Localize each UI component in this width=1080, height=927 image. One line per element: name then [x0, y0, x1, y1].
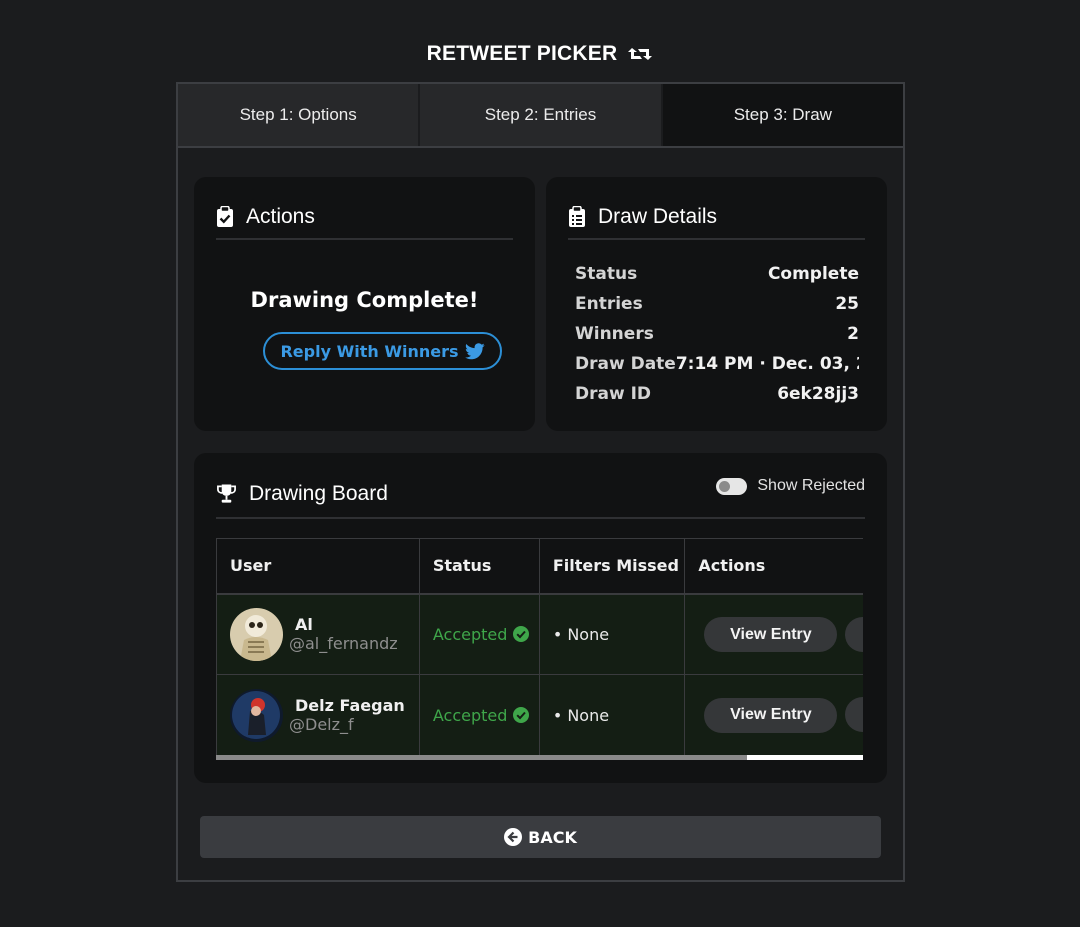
tab-step-1-options[interactable]: Step 1: Options [178, 84, 421, 146]
drawing-board-card: Drawing Board Show Rejected User Status … [194, 453, 887, 783]
show-rejected-control: Show Rejected [716, 477, 865, 495]
drawing-complete-message: Drawing Complete! [250, 288, 479, 312]
detail-key: Draw ID [575, 384, 652, 404]
clipboard-check-icon [217, 205, 233, 227]
check-circle-icon [513, 626, 530, 643]
trophy-icon [217, 484, 236, 503]
table-row: Al @al_fernandz Accepted • None View Ent… [216, 593, 863, 675]
detail-key: Winners [575, 324, 654, 344]
avatar [230, 688, 283, 742]
view-entry-button[interactable]: View Entry [704, 617, 838, 652]
draw-details-list: Status Complete Entries 25 Winners 2 Dra… [575, 259, 859, 409]
view-entry-button[interactable]: View Entry [704, 697, 838, 733]
status-badge: Accepted [433, 706, 539, 725]
tab-step-3-draw[interactable]: Step 3: Draw [662, 84, 903, 146]
filters-cell: • None [538, 593, 686, 675]
actions-cell: View Entry [684, 674, 863, 756]
twitter-icon [464, 342, 485, 359]
picker-frame: Step 1: Options Step 2: Entries Step 3: … [176, 82, 905, 882]
back-label: BACK [528, 827, 577, 847]
user-name: Al [295, 615, 313, 635]
detail-value: 2 [847, 324, 859, 344]
page-title-text: RETWEET PICKER [426, 42, 618, 65]
retweet-icon [628, 48, 653, 60]
column-header-actions: Actions [684, 538, 863, 595]
drawing-board-title: Drawing Board [249, 482, 388, 505]
detail-key: Entries [575, 294, 643, 314]
more-actions-button[interactable] [845, 697, 863, 733]
actions-card-header: Actions [216, 195, 513, 240]
detail-row-status: Status Complete [575, 259, 859, 289]
clipboard-list-icon [569, 205, 585, 227]
column-header-status: Status [418, 538, 540, 595]
detail-value: 7:14 PM · Dec. 03, 20 [675, 354, 859, 374]
table-row: Delz Faegan @Delz_f Accepted • None View… [216, 674, 863, 756]
more-actions-button[interactable] [845, 616, 863, 652]
toggle-knob [719, 480, 731, 492]
back-button[interactable]: BACK [200, 816, 881, 858]
draw-details-header: Draw Details [568, 195, 865, 240]
user-handle: @Delz_f [289, 715, 354, 734]
page-title: RETWEET PICKER [0, 42, 1080, 66]
user-name: Delz Faegan [295, 696, 405, 715]
status-label: Accepted [432, 624, 508, 644]
status-cell: Accepted [418, 674, 540, 756]
reply-with-winners-label: Reply With Winners [280, 341, 459, 361]
status-badge: Accepted [433, 625, 539, 644]
detail-key: Status [575, 264, 638, 284]
reply-with-winners-button[interactable]: Reply With Winners [263, 332, 502, 370]
detail-value: Complete [767, 264, 859, 284]
check-circle-icon [513, 707, 530, 723]
avatar [230, 607, 283, 661]
detail-row-winners: Winners 2 [575, 319, 859, 349]
tab-step-2-entries[interactable]: Step 2: Entries [420, 84, 663, 146]
filters-cell: • None [538, 674, 686, 756]
detail-key: Draw Date [575, 354, 676, 374]
column-header-filters-missed: Filters Missed [538, 538, 686, 595]
show-rejected-toggle[interactable] [716, 477, 748, 495]
horizontal-scrollbar[interactable] [216, 755, 863, 760]
detail-row-entries: Entries 25 [575, 289, 859, 319]
show-rejected-label: Show Rejected [757, 477, 865, 494]
filters-missed-value: • None [552, 624, 610, 644]
user-handle: @al_fernandz [289, 634, 398, 654]
filters-missed-value: • None [552, 705, 610, 725]
user-cell: Delz Faegan @Delz_f [216, 674, 420, 756]
status-label: Accepted [432, 705, 508, 725]
scrollbar-thumb[interactable] [216, 755, 747, 760]
detail-value: 25 [835, 294, 859, 314]
entries-table-wrapper[interactable]: User Status Filters Missed Actions Al @a… [216, 538, 863, 760]
entries-table: User Status Filters Missed Actions Al @a… [216, 538, 863, 756]
arrow-circle-left-icon [504, 828, 523, 846]
draw-details-title: Draw Details [598, 204, 718, 228]
column-header-user: User [216, 538, 420, 595]
actions-title: Actions [246, 204, 315, 228]
step-tabs: Step 1: Options Step 2: Entries Step 3: … [178, 84, 903, 148]
draw-details-card: Draw Details Status Complete Entries 25 … [546, 177, 887, 431]
detail-row-draw-id: Draw ID 6ek28jj3 [575, 379, 859, 409]
detail-value: 6ek28jj3 [777, 384, 859, 404]
actions-cell: View Entry [684, 593, 863, 675]
table-header-row: User Status Filters Missed Actions [216, 538, 863, 595]
status-cell: Accepted [418, 593, 540, 675]
actions-card: Actions Drawing Complete! Reply With Win… [194, 177, 535, 431]
detail-row-draw-date: Draw Date 7:14 PM · Dec. 03, 20 [575, 349, 859, 379]
user-cell: Al @al_fernandz [216, 593, 420, 675]
